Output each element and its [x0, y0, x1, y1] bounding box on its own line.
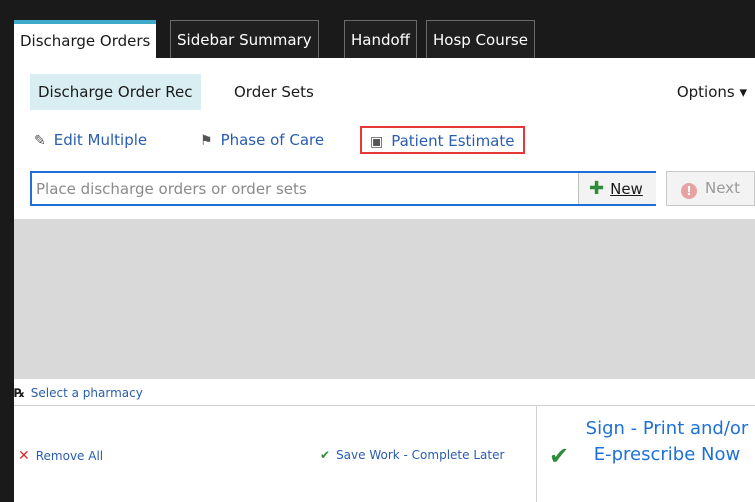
save-work-label: Save Work - Complete Later: [336, 448, 505, 462]
order-search-input[interactable]: [36, 177, 576, 201]
warning-icon: !: [681, 183, 697, 199]
save-icon: ✔: [320, 448, 331, 462]
plus-icon: ✚: [589, 178, 605, 199]
subtab-discharge-order-rec[interactable]: Discharge Order Rec: [30, 74, 201, 110]
edit-multiple-label: Edit Multiple: [53, 131, 148, 149]
remove-all-label: Remove All: [35, 449, 104, 463]
phase-icon: ⚑: [200, 133, 213, 149]
money-icon: ▣: [370, 134, 384, 150]
action-row: ✎ Edit Multiple ⚑ Phase of Care ▣ Patient E…: [14, 124, 755, 156]
new-button[interactable]: ✚ New: [578, 173, 656, 204]
save-work-button[interactable]: ✔ Save Work - Complete Later: [320, 448, 504, 462]
sign-label: Sign - Print and/or E-prescribe Now: [585, 418, 749, 465]
pharmacy-label: Select a pharmacy: [30, 386, 143, 400]
tab-bar: Discharge Orders Sidebar Summary Handoff…: [14, 14, 755, 58]
edit-multiple-button[interactable]: ✎ Edit Multiple: [34, 124, 147, 156]
new-label: New: [610, 180, 643, 198]
order-search-box: ✚ New: [30, 171, 656, 206]
footer-actions: ✕ Remove All ✔ Save Work - Complete Later …: [14, 406, 755, 502]
orders-list-area: [14, 219, 755, 379]
subtab-order-sets[interactable]: Order Sets: [226, 74, 322, 110]
discharge-window: Discharge Orders Sidebar Summary Handoff…: [14, 14, 755, 502]
select-pharmacy-link[interactable]: ℞ Select a pharmacy: [14, 381, 755, 405]
sign-button[interactable]: ✔ Sign - Print and/or E-prescribe Now: [537, 406, 755, 502]
phase-of-care-label: Phase of Care: [220, 131, 325, 149]
rx-icon: ℞: [14, 386, 25, 400]
phase-of-care-button[interactable]: ⚑ Phase of Care: [200, 124, 324, 156]
remove-all-button[interactable]: ✕ Remove All: [18, 448, 103, 464]
patient-estimate-button[interactable]: ▣ Patient Estimate: [360, 126, 525, 154]
tab-handoff[interactable]: Handoff: [344, 20, 418, 58]
patient-estimate-label: Patient Estimate: [391, 132, 515, 150]
tab-sidebar-summary[interactable]: Sidebar Summary: [170, 20, 319, 58]
options-menu[interactable]: Options ▾: [677, 74, 747, 110]
order-mode-row: Discharge Order Rec Order Sets Options ▾: [14, 74, 755, 110]
x-icon: ✕: [18, 448, 30, 464]
checkmark-icon: ✔: [549, 442, 570, 470]
tab-hosp-course[interactable]: Hosp Course: [426, 20, 535, 58]
pencil-icon: ✎: [34, 133, 46, 149]
next-button[interactable]: ! Next: [666, 171, 755, 206]
order-search-row: ✚ New ! Next: [30, 171, 755, 206]
next-label: Next: [705, 179, 740, 197]
tab-discharge-orders[interactable]: Discharge Orders: [14, 20, 157, 58]
